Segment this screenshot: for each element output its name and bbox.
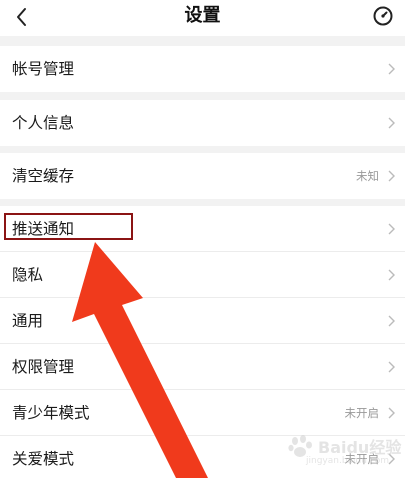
settings-row-general[interactable]: 通用 xyxy=(0,298,405,344)
scan-icon[interactable] xyxy=(370,3,396,29)
chevron-right-icon xyxy=(388,407,395,419)
row-label: 关爱模式 xyxy=(12,450,75,468)
chevron-right-icon xyxy=(388,223,395,235)
row-label: 帐号管理 xyxy=(12,60,75,78)
top-bar: 设置 xyxy=(0,0,405,36)
settings-row-personal-info[interactable]: 个人信息 xyxy=(0,100,405,146)
watermark: Baidu经验 jingyan.baidu.com xyxy=(284,428,404,474)
row-label: 青少年模式 xyxy=(12,404,90,422)
settings-row-account[interactable]: 帐号管理 xyxy=(0,46,405,92)
chevron-left-icon[interactable] xyxy=(10,4,36,30)
account-group: 帐号管理 xyxy=(0,46,405,92)
chevron-right-icon xyxy=(388,361,395,373)
settings-row-privacy[interactable]: 隐私 xyxy=(0,252,405,298)
cache-group: 清空缓存 未知 xyxy=(0,153,405,199)
chevron-right-icon xyxy=(388,315,395,327)
chevron-right-icon xyxy=(388,170,395,182)
row-label: 隐私 xyxy=(12,266,44,284)
settings-row-permissions[interactable]: 权限管理 xyxy=(0,344,405,390)
chevron-right-icon xyxy=(388,63,395,75)
watermark-text: Baidu经验 xyxy=(318,438,402,457)
row-label: 权限管理 xyxy=(12,358,75,376)
settings-row-clear-cache[interactable]: 清空缓存 未知 xyxy=(0,153,405,199)
chevron-right-icon xyxy=(388,117,395,129)
row-label: 清空缓存 xyxy=(12,167,75,185)
row-value: 未知 xyxy=(356,169,379,183)
chevron-right-icon xyxy=(388,269,395,281)
row-label: 通用 xyxy=(12,312,44,330)
settings-screen: 设置 帐号管理 个人信息 清空缓存 未知 推送通知 隐私 通用 权限管理 青少年… xyxy=(0,0,405,478)
watermark-url: jingyan.baidu.com xyxy=(306,456,390,466)
highlight-box xyxy=(4,213,133,240)
page-title: 设置 xyxy=(184,5,221,26)
profile-group: 个人信息 xyxy=(0,100,405,146)
row-label: 个人信息 xyxy=(12,114,75,132)
